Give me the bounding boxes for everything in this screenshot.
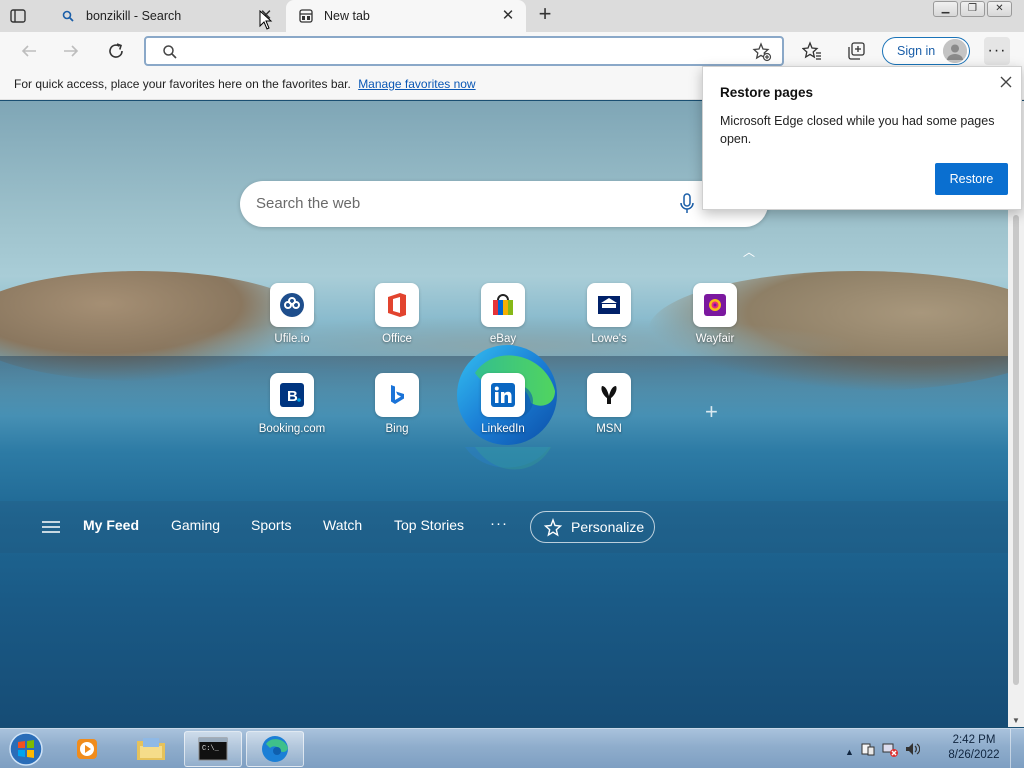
lowes-icon: [587, 283, 631, 327]
minimize-icon[interactable]: ▁: [933, 1, 958, 17]
web-search-box[interactable]: Search the web: [240, 181, 768, 227]
quick-link-label: MSN: [596, 423, 622, 435]
quick-link-linkedin[interactable]: LinkedIn: [458, 373, 548, 435]
show-desktop-button[interactable]: [1010, 729, 1024, 768]
favorites-icon[interactable]: [801, 40, 823, 62]
sign-in-label: Sign in: [897, 44, 936, 58]
feed-tab-sports[interactable]: Sports: [251, 517, 291, 533]
clock-time: 2:42 PM: [952, 734, 996, 746]
feed-tab-my-feed[interactable]: My Feed: [83, 517, 139, 533]
tab-title: New tab: [324, 9, 370, 23]
taskbar-clock[interactable]: 2:42 PM 8/26/2022: [942, 733, 1006, 763]
quick-link-lowes[interactable]: Lowe's: [564, 283, 654, 345]
wayfair-icon: [693, 283, 737, 327]
linkedin-icon: [481, 373, 525, 417]
svg-text:C:\_: C:\_: [202, 745, 220, 753]
start-button[interactable]: [7, 730, 45, 768]
quick-link-office[interactable]: Office: [352, 283, 442, 345]
quick-link-ebay[interactable]: eBay: [458, 283, 548, 345]
tab-strip: bonzikill - Search ✕ New tab ✕ + ▁ ❐ ✕: [0, 0, 1024, 32]
personalize-label: Personalize: [571, 519, 645, 535]
edge-logo-reflection: [455, 447, 559, 507]
refresh-icon[interactable]: [105, 40, 127, 62]
close-tab-icon[interactable]: ✕: [500, 8, 516, 24]
file-explorer-icon[interactable]: [122, 731, 180, 767]
feed-tab-watch[interactable]: Watch: [323, 517, 362, 533]
quick-link-label: Bing: [385, 423, 409, 435]
quick-link-label: Lowe's: [591, 333, 627, 345]
feed-tab-top-stories[interactable]: Top Stories: [394, 517, 464, 533]
quick-link-ufile[interactable]: Ufile.io: [247, 283, 337, 345]
edge-taskbar-icon[interactable]: [246, 731, 304, 767]
windows-taskbar: C:\_ ▲ 2:42 PM 8/26/2022: [0, 728, 1024, 768]
system-tray: ▲: [845, 741, 921, 762]
action-center-icon[interactable]: [860, 741, 876, 762]
media-player-icon[interactable]: [58, 731, 116, 767]
collections-icon[interactable]: [845, 40, 867, 62]
clock-date: 8/26/2022: [948, 749, 1000, 761]
add-favorite-icon[interactable]: [752, 42, 772, 67]
feed-more-button[interactable]: ···: [490, 515, 508, 532]
forward-arrow-icon[interactable]: [60, 40, 82, 62]
office-icon: [375, 283, 419, 327]
settings-more-button[interactable]: ···: [984, 37, 1010, 65]
restore-pages-dialog: Restore pages Microsoft Edge closed whil…: [702, 66, 1022, 210]
browser-toolbar: Sign in ···: [0, 32, 1024, 70]
favorites-bar-message: For quick access, place your favorites h…: [14, 77, 351, 91]
volume-icon[interactable]: [904, 741, 921, 762]
feed-navigation-bar: My Feed Gaming Sports Watch Top Stories …: [0, 501, 1008, 553]
ebay-icon: [481, 283, 525, 327]
quick-link-label: LinkedIn: [481, 423, 525, 435]
microphone-icon[interactable]: [678, 193, 696, 220]
quick-link-wayfair[interactable]: Wayfair: [670, 283, 760, 345]
restore-button[interactable]: Restore: [935, 163, 1008, 195]
tab-new-tab[interactable]: New tab ✕: [286, 0, 526, 32]
network-disconnected-icon[interactable]: [882, 741, 898, 762]
close-icon[interactable]: [999, 75, 1013, 94]
quick-link-bing[interactable]: Bing: [352, 373, 442, 435]
booking-icon: B: [270, 373, 314, 417]
new-tab-button[interactable]: +: [534, 3, 556, 26]
close-window-icon[interactable]: ✕: [987, 1, 1012, 17]
back-arrow-icon[interactable]: [18, 40, 40, 62]
restore-window-icon[interactable]: ❐: [960, 1, 985, 17]
quick-link-booking[interactable]: B Booking.com: [247, 373, 337, 435]
search-placeholder: Search the web: [256, 195, 361, 212]
address-bar[interactable]: [144, 36, 784, 66]
ufile-icon: [270, 283, 314, 327]
sign-in-button[interactable]: Sign in: [882, 37, 970, 65]
personalize-button[interactable]: Personalize: [530, 511, 655, 543]
manage-favorites-link[interactable]: Manage favorites now: [358, 77, 475, 91]
quick-link-label: Ufile.io: [274, 333, 310, 345]
bing-icon: [375, 373, 419, 417]
personalize-icon: [543, 517, 563, 541]
avatar: [943, 39, 967, 63]
add-quick-link-icon[interactable]: +: [705, 399, 718, 425]
msn-icon: [587, 373, 631, 417]
scroll-down-icon[interactable]: ▼: [1012, 716, 1020, 725]
search-icon: [162, 44, 178, 65]
window-controls: ▁ ❐ ✕: [933, 1, 1012, 17]
command-prompt-icon[interactable]: C:\_: [184, 731, 242, 767]
search-icon: [60, 8, 76, 24]
chevron-up-icon[interactable]: ︿: [743, 243, 755, 260]
dialog-title: Restore pages: [720, 85, 814, 100]
quick-link-msn[interactable]: MSN: [564, 373, 654, 435]
scrollbar-thumb[interactable]: [1013, 215, 1019, 685]
hamburger-menu-icon[interactable]: [42, 520, 60, 539]
newtab-page-icon: [298, 8, 314, 24]
quick-link-label: Office: [382, 333, 412, 345]
feed-tab-gaming[interactable]: Gaming: [171, 517, 220, 533]
tab-actions-icon[interactable]: [8, 6, 28, 26]
tab-search[interactable]: bonzikill - Search ✕: [46, 0, 284, 32]
dialog-message: Microsoft Edge closed while you had some…: [720, 114, 995, 146]
svg-text:B: B: [287, 388, 298, 405]
tab-title: bonzikill - Search: [86, 9, 182, 23]
quick-link-label: Wayfair: [695, 333, 735, 345]
show-hidden-icons-icon[interactable]: ▲: [845, 747, 854, 757]
quick-link-label: Booking.com: [258, 423, 326, 435]
